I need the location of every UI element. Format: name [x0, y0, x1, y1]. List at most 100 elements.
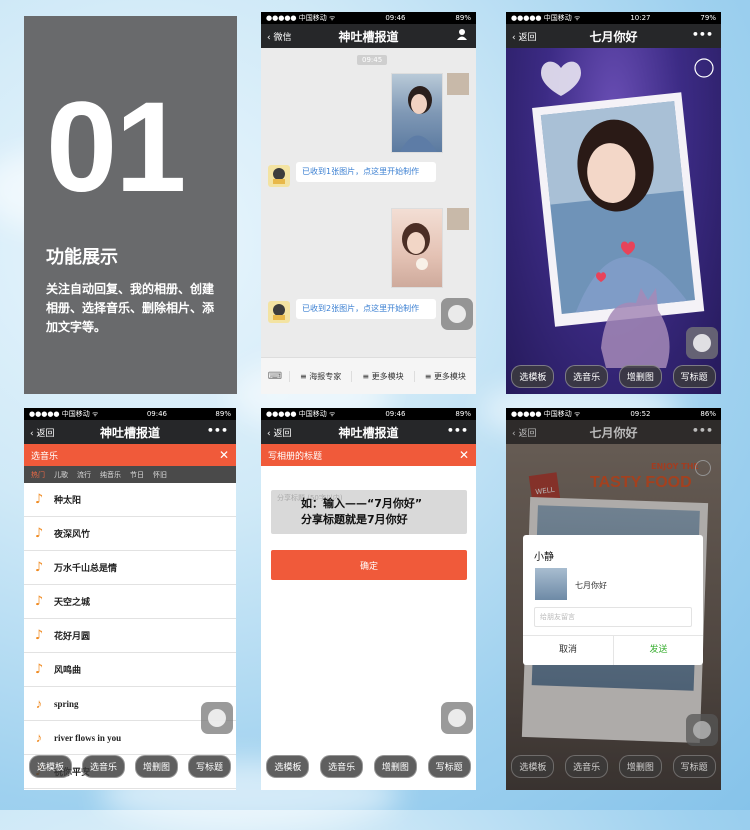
back-button[interactable]: ‹ 返回 — [30, 426, 54, 439]
menu-label: 海报专家 — [309, 371, 342, 381]
floating-assist-button[interactable] — [686, 327, 718, 359]
tab-festival[interactable]: 节日 — [130, 470, 144, 480]
song-item[interactable]: ♪ 万水千山总是情 — [24, 551, 236, 585]
section-number: 01 — [46, 76, 186, 219]
song-item[interactable]: ♪ 天空之城 — [24, 585, 236, 619]
song-item[interactable]: ♪ 种太阳 — [24, 483, 236, 517]
song-item[interactable]: ♪ 花好月圆 — [24, 619, 236, 653]
more-menu-icon[interactable]: ••• — [692, 424, 713, 437]
bot-message[interactable]: 已收到2张图片，点这里开始制作 — [296, 299, 436, 319]
nav-bar: ‹ 返回 七月你好 ••• — [506, 24, 721, 48]
message-input[interactable]: 给朋友留言 — [534, 607, 692, 627]
back-button[interactable]: ‹ 微信 — [267, 30, 291, 43]
share-screen: ●●●●● 中国移动 ᯤ 09:52 86% ‹ 返回 七月你好 ••• WEL… — [506, 408, 721, 790]
choose-music-button[interactable]: 选音乐 — [81, 755, 125, 778]
back-label: 返回 — [518, 33, 537, 43]
write-title-button[interactable]: 写标题 — [427, 755, 471, 778]
nav-bar: ‹ 返回 七月你好 ••• — [506, 420, 721, 444]
menu-label: 更多模块 — [433, 371, 466, 381]
choose-template-button[interactable]: 选模板 — [511, 755, 555, 778]
edit-photos-button[interactable]: 增删图 — [134, 755, 178, 778]
choose-template-button[interactable]: 选模板 — [28, 755, 72, 778]
nav-title: 神吐槽报道 — [338, 29, 399, 44]
more-menu-icon[interactable]: ••• — [692, 28, 713, 41]
choose-music-button[interactable]: 选音乐 — [565, 755, 609, 778]
song-title: 万水千山总是情 — [54, 564, 118, 574]
tab-nostalgic[interactable]: 怀旧 — [153, 470, 167, 480]
song-title: spring — [54, 698, 79, 709]
music-note-icon: ♪ — [34, 594, 44, 609]
title-input-field[interactable]: 分享标题 (50字以内) 如：输入——“7月你好” 分享标题就是7月你好 — [271, 490, 467, 534]
song-list: ♪ 种太阳 ♪ 夜深风竹 ♪ 万水千山总是情 ♪ 天空之城 ♪ 花好月圆 ♪ 风鸣曲 ♪ sp… — [24, 483, 236, 789]
bot-message[interactable]: 已收到1张图片，点这里开始制作 — [296, 162, 436, 182]
profile-icon[interactable] — [456, 28, 468, 43]
more-menu-icon[interactable]: ••• — [447, 424, 468, 437]
choose-music-button[interactable]: 选音乐 — [320, 755, 364, 778]
floating-assist-button[interactable] — [441, 298, 473, 330]
tab-instrumental[interactable]: 纯音乐 — [100, 470, 121, 480]
keyboard-icon[interactable]: ⌨ — [261, 371, 289, 382]
confirm-button[interactable]: 确定 — [271, 550, 467, 580]
choose-template-button[interactable]: 选模板 — [511, 365, 555, 388]
song-title: 花好月圆 — [54, 632, 91, 642]
send-button[interactable]: 发送 — [614, 636, 703, 665]
floating-assist-button[interactable] — [441, 702, 473, 734]
back-label: 返回 — [36, 429, 55, 439]
floating-assist-button[interactable] — [201, 702, 233, 734]
write-title-button[interactable]: 写标题 — [672, 755, 716, 778]
tab-kids[interactable]: 儿歌 — [54, 470, 68, 480]
bot-avatar — [268, 301, 290, 323]
clock: 09:46 — [385, 410, 406, 418]
intro-panel: 01 功能展示 关注自动回复、我的相册、创建相册、选择音乐、删除相片、添加文字等… — [24, 16, 237, 394]
write-title-button[interactable]: 写标题 — [672, 365, 716, 388]
share-recipient: 小静 — [534, 552, 554, 563]
more-menu-icon[interactable]: ••• — [207, 424, 228, 437]
cancel-button[interactable]: 取消 — [523, 636, 613, 665]
write-title-button[interactable]: 写标题 — [187, 755, 231, 778]
nav-bar: ‹ 微信 神吐槽报道 — [261, 24, 476, 48]
clock: 09:46 — [385, 14, 406, 22]
music-note-icon: ♪ — [34, 560, 44, 575]
title-hint: 如：输入——“7月你好” 分享标题就是7月你好 — [301, 497, 423, 526]
menu-item-more[interactable]: ≡ 更多模块 — [413, 370, 476, 382]
status-bar: ●●●●● 中国移动 ᯤ 10:27 79% — [506, 12, 721, 24]
nav-bar: ‹ 返回 神吐槽报道 ••• — [261, 420, 476, 444]
song-item[interactable]: ♪ 夜深风竹 — [24, 517, 236, 551]
nav-bar: ‹ 返回 神吐槽报道 ••• — [24, 420, 236, 444]
back-button[interactable]: ‹ 返回 — [267, 426, 291, 439]
back-button[interactable]: ‹ 返回 — [512, 30, 536, 43]
song-item[interactable]: ♪ 风鸣曲 — [24, 653, 236, 687]
edit-photos-button[interactable]: 增删图 — [618, 755, 662, 778]
menu-item-poster[interactable]: ≡ 海报专家 — [289, 370, 351, 382]
title-edit-screen: ●●●●● 中国移动 ᯤ 09:46 89% ‹ 返回 神吐槽报道 ••• 写相… — [261, 408, 476, 790]
edit-photos-button[interactable]: 增删图 — [618, 365, 662, 388]
music-select-screen: ●●●●● 中国移动 ᯤ 09:46 89% ‹ 返回 神吐槽报道 ••• 选音… — [24, 408, 236, 790]
back-button[interactable]: ‹ 返回 — [512, 426, 536, 439]
chat-menu-bar: ⌨ ≡ 海报专家 ≡ 更多模块 ≡ 更多模块 — [261, 357, 476, 394]
sent-photo[interactable] — [391, 208, 443, 288]
carrier-label: ●●●●● 中国移动 ᯤ — [266, 14, 336, 22]
album-canvas — [506, 48, 721, 394]
battery-level: 86% — [700, 410, 716, 418]
message-placeholder: 给朋友留言 — [540, 613, 575, 621]
music-note-icon: ♪ — [35, 729, 43, 745]
chat-area: 09:45 已收到1张图片，点这里开始制作 已收到2张图片，点这里开始制作 — [261, 48, 476, 358]
clock: 10:27 — [630, 14, 651, 22]
tab-pop[interactable]: 流行 — [77, 470, 91, 480]
editor-toolbar: 选模板 选音乐 增删图 写标题 — [24, 755, 236, 778]
battery-level: 79% — [700, 14, 716, 22]
battery-level: 89% — [455, 410, 471, 418]
nav-title: 神吐槽报道 — [338, 425, 399, 440]
menu-item-more[interactable]: ≡ 更多模块 — [351, 370, 413, 382]
close-icon[interactable]: ✕ — [459, 448, 469, 462]
battery-level: 89% — [215, 410, 231, 418]
close-icon[interactable]: ✕ — [219, 448, 229, 462]
choose-music-button[interactable]: 选音乐 — [565, 365, 609, 388]
editor-toolbar: 选模板 选音乐 增删图 写标题 — [506, 755, 721, 778]
sent-photo[interactable] — [391, 73, 443, 153]
edit-photos-button[interactable]: 增删图 — [373, 755, 417, 778]
status-bar: ●●●●● 中国移动 ᯤ 09:46 89% — [261, 12, 476, 24]
choose-template-button[interactable]: 选模板 — [266, 755, 310, 778]
tab-hot[interactable]: 热门 — [31, 470, 45, 480]
music-note-icon: ♪ — [34, 662, 44, 677]
